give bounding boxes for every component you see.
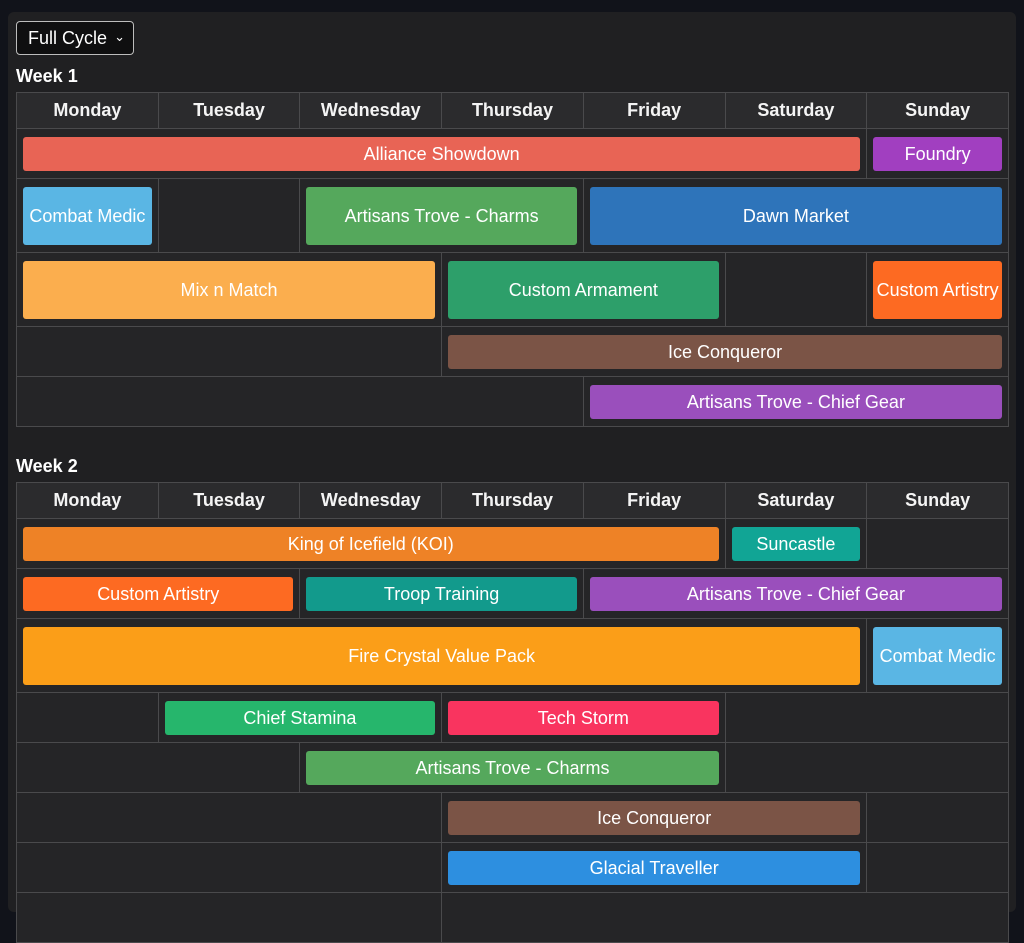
day-header-thursday: Thursday <box>441 482 584 519</box>
event-cell: Foundry <box>866 128 1009 179</box>
calendar-row: Artisans Trove - Chief Gear <box>16 376 1010 427</box>
event-cell: Custom Armament <box>441 252 726 327</box>
week-1-title: Week 1 <box>16 66 78 86</box>
calendar-row: Mix n Match Custom Armament Custom Artistr… <box>15 252 1009 327</box>
event-bar[interactable]: Mix n Match <box>23 260 436 319</box>
empty-cell <box>15 892 443 943</box>
event-bar[interactable]: Foundry <box>873 136 1002 171</box>
day-header-sunday: Sunday <box>866 92 1009 129</box>
event-cell: Artisans Trove - Chief Gear <box>582 568 1010 619</box>
empty-cell <box>866 518 1009 569</box>
empty-cell <box>15 842 443 893</box>
event-bar[interactable]: Tech Storm <box>448 700 719 735</box>
event-cell: Alliance Showdown <box>15 128 868 179</box>
day-header-monday: Monday <box>16 482 159 519</box>
event-bar[interactable]: King of Icefield (KOI) <box>23 526 719 561</box>
empty-cell <box>724 692 1010 743</box>
calendar-row: Fire Crystal Value Pack Combat Medic <box>15 618 1009 693</box>
event-bar[interactable]: Artisans Trove - Chief Gear <box>589 384 1002 419</box>
day-header-saturday: Saturday <box>724 482 868 519</box>
event-bar[interactable]: Custom Armament <box>448 260 719 319</box>
cycle-select[interactable]: Full Cycle ⌄ <box>16 21 134 55</box>
event-cell: Mix n Match <box>15 252 443 327</box>
event-bar[interactable]: Ice Conqueror <box>448 800 861 835</box>
calendar-row: Artisans Trove - Charms <box>15 742 1010 793</box>
day-header-thursday: Thursday <box>441 92 584 129</box>
event-cell: Custom Artistry <box>866 252 1009 327</box>
empty-cell <box>157 178 301 253</box>
day-header-row: Monday Tuesday Wednesday Thursday Friday Satu… <box>16 92 1009 129</box>
event-cell: Chief Stamina <box>157 692 443 743</box>
event-bar[interactable]: Custom Artistry <box>873 260 1002 319</box>
event-cell: Artisans Trove - Charms <box>299 178 584 253</box>
empty-cell <box>15 742 301 793</box>
calendar-row: Alliance Showdown Foundry <box>15 128 1009 179</box>
event-bar[interactable]: Troop Training <box>306 576 577 611</box>
event-bar[interactable]: Combat Medic <box>873 626 1002 685</box>
event-cell: King of Icefield (KOI) <box>16 518 726 569</box>
day-header-friday: Friday <box>582 482 726 519</box>
calendar-row <box>15 892 1009 943</box>
calendar-row: King of Icefield (KOI) Suncastle <box>16 518 1009 569</box>
event-bar[interactable]: Chief Stamina <box>164 700 436 735</box>
event-cell: Artisans Trove - Chief Gear <box>582 376 1010 427</box>
empty-cell <box>866 792 1009 843</box>
event-bar[interactable]: Artisans Trove - Charms <box>306 186 577 245</box>
event-bar[interactable]: Artisans Trove - Chief Gear <box>589 576 1002 611</box>
event-bar[interactable]: Suncastle <box>731 526 861 561</box>
day-header-wednesday: Wednesday <box>299 482 443 519</box>
event-bar[interactable]: Alliance Showdown <box>23 136 861 171</box>
empty-cell <box>15 326 443 377</box>
empty-cell <box>16 376 584 427</box>
event-cell: Dawn Market <box>582 178 1010 253</box>
event-bar[interactable]: Custom Artistry <box>23 576 294 611</box>
calendar-row: Ice Conqueror <box>15 792 1009 843</box>
event-cell: Combat Medic <box>866 618 1009 693</box>
event-cell: Artisans Trove - Charms <box>299 742 726 793</box>
event-cell: Ice Conqueror <box>441 326 1009 377</box>
calendar-row: Glacial Traveller <box>15 842 1009 893</box>
empty-cell <box>15 792 443 843</box>
day-header-row: Monday Tuesday Wednesday Thursday Friday Satu… <box>16 482 1009 519</box>
week-2-title: Week 2 <box>16 456 78 476</box>
chevron-down-icon: ⌄ <box>114 29 125 44</box>
day-header-monday: Monday <box>16 92 159 129</box>
event-bar[interactable]: Fire Crystal Value Pack <box>23 626 861 685</box>
empty-cell <box>866 842 1009 893</box>
day-header-saturday: Saturday <box>724 92 868 129</box>
event-cell: Tech Storm <box>441 692 726 743</box>
calendar-row: Ice Conqueror <box>15 326 1009 377</box>
empty-cell <box>724 742 1010 793</box>
calendar-row: Chief Stamina Tech Storm <box>16 692 1010 743</box>
event-cell: Fire Crystal Value Pack <box>15 618 868 693</box>
day-header-tuesday: Tuesday <box>157 482 301 519</box>
event-bar[interactable]: Ice Conqueror <box>448 334 1002 369</box>
day-header-tuesday: Tuesday <box>157 92 301 129</box>
week-2-calendar: Monday Tuesday Wednesday Thursday Friday Satu… <box>15 482 1010 943</box>
event-cell: Troop Training <box>299 568 584 619</box>
event-cell: Suncastle <box>724 518 868 569</box>
event-cell: Custom Artistry <box>15 568 301 619</box>
calendar-row: Combat Medic Artisans Trove - Charms Dawn … <box>16 178 1010 253</box>
day-header-sunday: Sunday <box>866 482 1009 519</box>
event-bar[interactable]: Combat Medic <box>23 186 152 245</box>
event-cell: Glacial Traveller <box>441 842 868 893</box>
event-bar[interactable]: Dawn Market <box>589 186 1002 245</box>
event-cell: Ice Conqueror <box>441 792 868 843</box>
empty-cell <box>16 692 159 743</box>
day-header-friday: Friday <box>582 92 726 129</box>
empty-cell <box>724 252 868 327</box>
cycle-select-value: Full Cycle <box>28 27 108 48</box>
event-bar[interactable]: Artisans Trove - Charms <box>306 750 719 785</box>
empty-cell <box>441 892 1009 943</box>
day-header-wednesday: Wednesday <box>299 92 443 129</box>
event-bar[interactable]: Glacial Traveller <box>448 850 861 885</box>
calendar-row: Custom Artistry Troop Training Artisans Tr… <box>15 568 1010 619</box>
week-1-calendar: Monday Tuesday Wednesday Thursday Friday Satu… <box>15 92 1010 427</box>
event-cell: Combat Medic <box>16 178 159 253</box>
